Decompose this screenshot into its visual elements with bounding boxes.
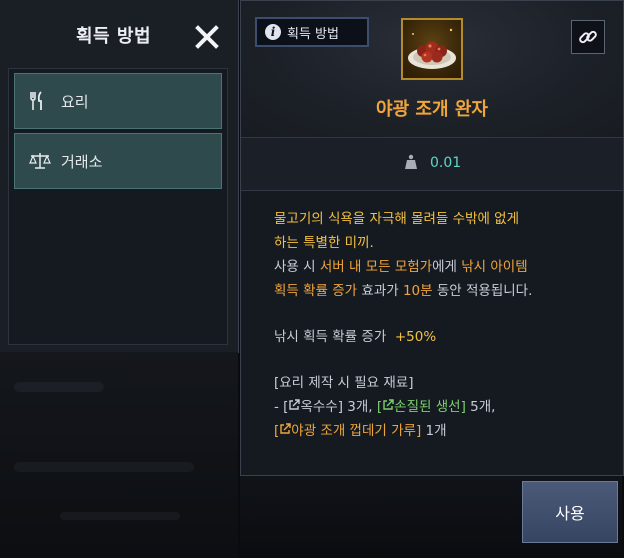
acquisition-method-badge[interactable]: i 획득 방법 (255, 17, 369, 47)
description-text: 동안 적용됩니다. (432, 283, 533, 299)
scale-icon (29, 152, 55, 170)
item-name: 야광 조개 완자 (376, 99, 488, 120)
description-highlight: 서버 내 모든 모험가 (319, 259, 433, 275)
description-highlight: 획득 확률 증가 (274, 283, 358, 299)
materials-prefix: - (274, 399, 284, 415)
item-tooltip-card: i 획득 방법 야광 조개 완자 0.01 물고기의 식욕을 자극해 몰려들 수… (240, 0, 624, 476)
description-highlight: 낚시 아이템 (461, 259, 528, 275)
material-name: 옥수수 (300, 399, 338, 415)
effect-value: +50% (394, 329, 437, 345)
link-icon (579, 30, 597, 44)
material-count: 5개, (465, 399, 496, 415)
material-count: 3개, (343, 399, 377, 415)
material-name: 야광 조개 껍데기 가루 (291, 423, 416, 439)
weight-row: 0.01 (241, 138, 623, 191)
source-item-cooking[interactable]: 요리 (14, 73, 222, 129)
material-count: 1개 (421, 423, 447, 439)
source-item-market[interactable]: 거래소 (14, 133, 222, 189)
external-link-icon (383, 399, 394, 410)
material-link-shell-powder[interactable]: [야광 조개 껍데기 가루] (274, 423, 421, 439)
grilled-clam-dish-icon (401, 18, 463, 80)
material-link-fish[interactable]: [손질된 생선] (377, 399, 466, 415)
effect-label: 낚시 획득 확률 증가 (274, 329, 387, 345)
weight-value: 0.01 (430, 155, 462, 171)
acquisition-panel-title: 획득 방법 (76, 26, 152, 47)
acquisition-panel: 획득 방법 요리 거래소 (0, 0, 239, 353)
description-highlight: 10분 (402, 283, 433, 299)
link-button[interactable] (571, 20, 605, 54)
effect-line: 낚시 획득 확률 증가 +50% (274, 325, 614, 349)
description-line: 사용 시 서버 내 모든 모험가에게 낚시 아이템 (274, 255, 614, 279)
external-link-icon (289, 399, 301, 410)
material-name: 손질된 생선 (394, 399, 461, 415)
description-text: 효과가 (357, 283, 403, 299)
acquisition-source-list: 요리 거래소 (8, 68, 228, 345)
use-button[interactable]: 사용 (522, 481, 618, 543)
item-description: 물고기의 식욕을 자극해 몰려들 수밖에 없게 하는 특별한 미끼. 사용 시 … (274, 207, 614, 443)
description-line: 물고기의 식욕을 자극해 몰려들 수밖에 없게 (274, 211, 520, 227)
fork-knife-icon (29, 91, 55, 111)
materials-title: [요리 제작 시 필요 재료] (274, 375, 414, 391)
source-item-label: 거래소 (61, 152, 103, 171)
description-text: 에게 (432, 259, 462, 275)
description-line: 하는 특별한 미끼. (274, 235, 374, 251)
weight-icon (405, 154, 417, 174)
description-line: 획득 확률 증가 효과가 10분 동안 적용됩니다. (274, 279, 614, 303)
materials-line: - [옥수수] 3개, [손질된 생선] 5개, (274, 395, 614, 419)
item-header: i 획득 방법 야광 조개 완자 (241, 1, 623, 138)
description-text: 사용 시 (274, 259, 320, 275)
badge-label: 획득 방법 (287, 26, 339, 42)
close-button[interactable] (190, 20, 224, 54)
materials-line: [야광 조개 껍데기 가루] 1개 (274, 419, 614, 443)
info-icon: i (265, 24, 281, 40)
material-link-corn[interactable]: [옥수수] (283, 399, 343, 415)
background-blur (0, 352, 238, 558)
external-link-icon (280, 423, 291, 434)
source-item-label: 요리 (61, 92, 89, 111)
close-icon (195, 25, 219, 49)
